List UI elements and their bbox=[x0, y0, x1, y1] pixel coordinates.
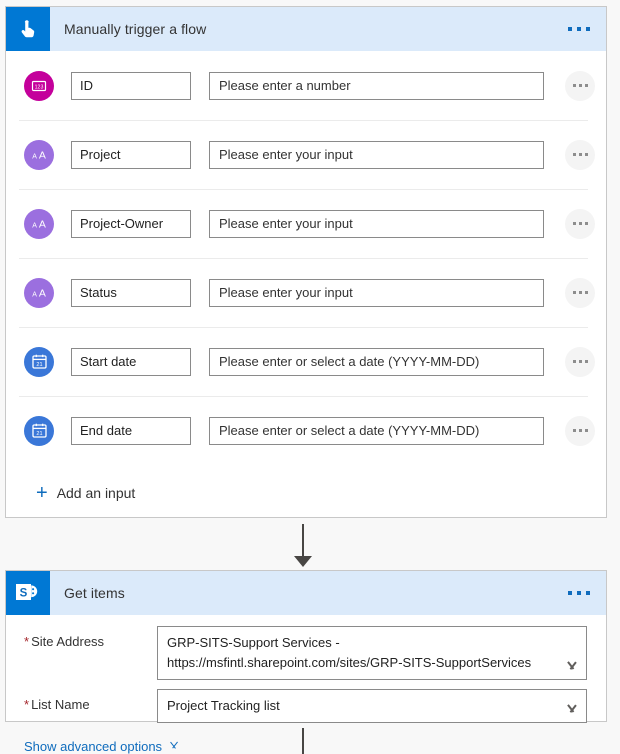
trigger-card-overflow-menu[interactable] bbox=[568, 27, 590, 31]
text-type-icon: AA bbox=[24, 139, 54, 170]
text-type-icon: AA bbox=[24, 277, 54, 308]
svg-text:A: A bbox=[38, 219, 45, 231]
input-value-field[interactable]: Please enter or select a date (YYYY-MM-D… bbox=[209, 416, 544, 445]
required-indicator: * bbox=[24, 697, 30, 712]
date-type-icon: 21 bbox=[24, 346, 54, 377]
svg-text:A: A bbox=[38, 150, 45, 162]
input-value-placeholder: Please enter your input bbox=[219, 147, 353, 162]
input-value-placeholder: Please enter your input bbox=[219, 285, 353, 300]
show-advanced-options-link[interactable]: Show advanced options bbox=[24, 739, 606, 754]
input-name-value: ID bbox=[80, 78, 93, 93]
manual-trigger-hand-icon bbox=[6, 7, 50, 51]
trigger-card-header[interactable]: Manually trigger a flow bbox=[6, 7, 606, 51]
add-input-label: Add an input bbox=[56, 485, 136, 501]
input-name-value: End date bbox=[80, 423, 133, 438]
number-type-icon: 123 bbox=[24, 70, 54, 101]
trigger-input-row: A A Status Please enter your input bbox=[6, 258, 606, 327]
site-address-row: * Site Address GRP-SITS-Support Services … bbox=[6, 626, 606, 680]
get-items-card-overflow-menu[interactable] bbox=[568, 591, 590, 595]
manual-trigger-card[interactable]: Manually trigger a flow 123 ID Please ente… bbox=[5, 6, 607, 518]
trigger-input-row: 123 ID Please enter a number bbox=[6, 51, 606, 120]
svg-text:A: A bbox=[32, 292, 37, 299]
input-value-placeholder: Please enter or select a date (YYYY-MM-D… bbox=[219, 423, 480, 438]
date-type-icon: 21 bbox=[24, 415, 54, 446]
input-name-field[interactable]: Status bbox=[71, 278, 191, 307]
input-overflow-menu[interactable] bbox=[565, 346, 595, 377]
input-name-value: Status bbox=[80, 285, 117, 300]
input-name-value: Project-Owner bbox=[80, 216, 164, 231]
row-divider bbox=[19, 120, 588, 121]
svg-text:A: A bbox=[32, 154, 37, 161]
input-overflow-menu[interactable] bbox=[565, 415, 595, 446]
list-name-value: Project Tracking list bbox=[167, 698, 280, 713]
svg-text:21: 21 bbox=[36, 362, 42, 368]
plus-icon: + bbox=[36, 482, 48, 504]
sharepoint-icon: S bbox=[6, 571, 50, 615]
get-items-card-title: Get items bbox=[64, 585, 125, 601]
add-input-button[interactable]: + Add an input bbox=[36, 483, 135, 503]
input-name-value: Project bbox=[80, 147, 121, 162]
text-type-icon: AA bbox=[24, 208, 54, 239]
svg-text:A: A bbox=[32, 223, 37, 230]
input-name-field[interactable]: End date bbox=[71, 416, 191, 445]
input-value-field[interactable]: Please enter a number bbox=[209, 71, 544, 100]
row-divider bbox=[19, 258, 588, 259]
input-overflow-menu[interactable] bbox=[565, 208, 595, 239]
row-divider bbox=[19, 396, 588, 397]
input-value-placeholder: Please enter or select a date (YYYY-MM-D… bbox=[219, 354, 480, 369]
input-value-field[interactable]: Please enter or select a date (YYYY-MM-D… bbox=[209, 347, 544, 376]
required-indicator: * bbox=[24, 634, 30, 649]
trigger-input-row: 21 End date Please enter or select a date … bbox=[6, 396, 606, 465]
input-name-value: Start date bbox=[80, 354, 137, 369]
input-name-field[interactable]: Start date bbox=[71, 347, 191, 376]
input-overflow-menu[interactable] bbox=[565, 139, 595, 170]
chevron-down-icon bbox=[169, 742, 180, 751]
svg-text:A: A bbox=[38, 288, 45, 300]
input-name-field[interactable]: ID bbox=[71, 71, 191, 100]
svg-text:123: 123 bbox=[35, 84, 44, 90]
svg-text:21: 21 bbox=[36, 431, 42, 437]
input-name-field[interactable]: Project bbox=[71, 140, 191, 169]
input-value-placeholder: Please enter a number bbox=[219, 78, 351, 93]
flow-connector-arrow-1 bbox=[294, 556, 312, 567]
site-address-label: * Site Address bbox=[24, 634, 105, 649]
row-divider bbox=[19, 327, 588, 328]
trigger-input-row: 21 Start date Please enter or select a dat… bbox=[6, 327, 606, 396]
trigger-input-row: A A Project Please enter your input bbox=[6, 120, 606, 189]
site-address-value: GRP-SITS-Support Services - https://msfi… bbox=[167, 635, 532, 670]
chevron-down-icon[interactable] bbox=[566, 661, 577, 672]
get-items-card-header[interactable]: S Get items bbox=[6, 571, 606, 615]
list-name-dropdown[interactable]: Project Tracking list bbox=[157, 689, 587, 723]
input-value-field[interactable]: Please enter your input bbox=[209, 278, 544, 307]
input-value-placeholder: Please enter your input bbox=[219, 216, 353, 231]
flow-connector-line-1 bbox=[302, 524, 304, 558]
input-name-field[interactable]: Project-Owner bbox=[71, 209, 191, 238]
input-value-field[interactable]: Please enter your input bbox=[209, 209, 544, 238]
input-overflow-menu[interactable] bbox=[565, 277, 595, 308]
flow-connector-line-2 bbox=[302, 728, 304, 754]
list-name-row: * List Name Project Tracking list bbox=[6, 689, 606, 723]
row-divider bbox=[19, 189, 588, 190]
svg-text:S: S bbox=[20, 587, 28, 599]
get-items-card[interactable]: S Get items * Site Address GRP-SITS-Suppo… bbox=[5, 570, 607, 754]
trigger-input-row: A A Project-Owner Please enter your input bbox=[6, 189, 606, 258]
input-overflow-menu[interactable] bbox=[565, 70, 595, 101]
chevron-down-icon[interactable] bbox=[566, 704, 577, 715]
input-value-field[interactable]: Please enter your input bbox=[209, 140, 544, 169]
site-address-dropdown[interactable]: GRP-SITS-Support Services - https://msfi… bbox=[157, 626, 587, 680]
list-name-label: * List Name bbox=[24, 697, 90, 712]
show-advanced-options-label: Show advanced options bbox=[24, 739, 163, 754]
trigger-input-list: 123 ID Please enter a number A A Project Pleas… bbox=[6, 51, 606, 465]
trigger-card-title: Manually trigger a flow bbox=[64, 21, 207, 37]
